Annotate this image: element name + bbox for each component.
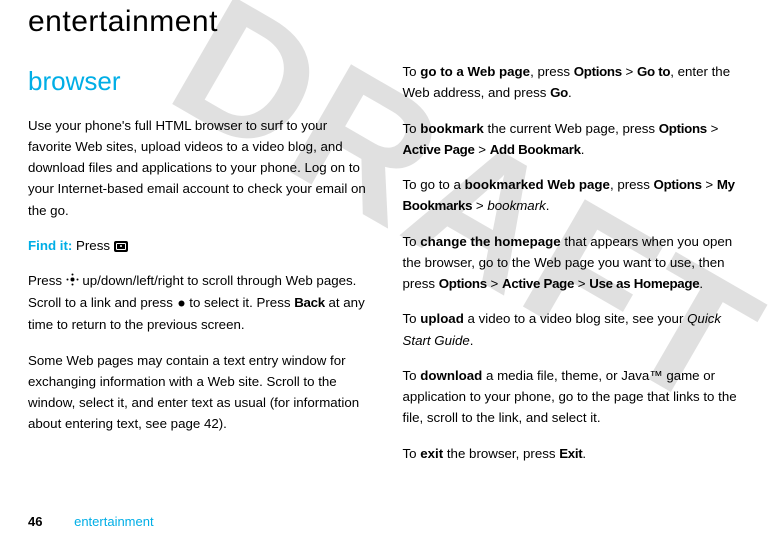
gt: > bbox=[707, 121, 718, 136]
goto-para: To go to a Web page, press Options > Go … bbox=[403, 61, 744, 104]
txt: . bbox=[581, 142, 585, 157]
txt: the browser, press bbox=[443, 446, 559, 461]
exit-label: Exit bbox=[559, 446, 582, 461]
bold-goto: go to a Web page bbox=[420, 64, 530, 79]
gt: > bbox=[702, 177, 717, 192]
txt: To bbox=[403, 311, 421, 326]
bookmark-italic: bookmark bbox=[487, 198, 545, 213]
options-label: Options bbox=[574, 64, 622, 79]
left-column: browser Use your phone's full HTML brows… bbox=[28, 61, 369, 478]
txt: . bbox=[470, 333, 474, 348]
center-key-icon bbox=[177, 293, 186, 314]
find-it-line: Find it: Press bbox=[28, 235, 369, 256]
nav-pad-icon bbox=[66, 271, 79, 292]
bold-upload: upload bbox=[420, 311, 464, 326]
txt: . bbox=[699, 276, 703, 291]
add-bookmark-label: Add Bookmark bbox=[490, 142, 581, 157]
find-it-text: Press bbox=[72, 238, 113, 253]
txt: To go to a bbox=[403, 177, 465, 192]
use-homepage-label: Use as Homepage bbox=[589, 276, 699, 291]
goto-label: Go to bbox=[637, 64, 670, 79]
gt: > bbox=[487, 276, 502, 291]
gt: > bbox=[475, 142, 490, 157]
gt: > bbox=[472, 198, 487, 213]
page-number: 46 bbox=[28, 514, 42, 529]
bold-home: change the homepage bbox=[420, 234, 560, 249]
options-label: Options bbox=[654, 177, 702, 192]
browser-intro: Use your phone's full HTML browser to su… bbox=[28, 115, 369, 221]
download-para: To download a media file, theme, or Java… bbox=[403, 365, 744, 429]
right-column: To go to a Web page, press Options > Go … bbox=[403, 61, 744, 478]
go-label: Go bbox=[550, 85, 568, 100]
txt: To bbox=[403, 64, 421, 79]
homepage-para: To change the homepage that appears when… bbox=[403, 231, 744, 295]
txt: . bbox=[546, 198, 550, 213]
txt: , press bbox=[610, 177, 654, 192]
text-entry-note: Some Web pages may contain a text entry … bbox=[28, 350, 369, 435]
bold-exit: exit bbox=[420, 446, 443, 461]
active-page-label: Active Page bbox=[403, 142, 475, 157]
txt: , press bbox=[530, 64, 574, 79]
options-label: Options bbox=[439, 276, 487, 291]
txt: a video to a video blog site, see your bbox=[464, 311, 687, 326]
txt: To bbox=[403, 234, 421, 249]
bold-bookmark: bookmark bbox=[420, 121, 484, 136]
browser-key-icon bbox=[114, 241, 128, 252]
txt: . bbox=[582, 446, 586, 461]
exit-para: To exit the browser, press Exit. bbox=[403, 443, 744, 464]
bold-bmpage: bookmarked Web page bbox=[465, 177, 610, 192]
section-heading-browser: browser bbox=[28, 61, 369, 103]
txt: To bbox=[403, 446, 421, 461]
txt: To bbox=[403, 368, 421, 383]
footer-section-label: entertainment bbox=[74, 514, 154, 529]
active-page-label: Active Page bbox=[502, 276, 574, 291]
gt: > bbox=[622, 64, 637, 79]
txt: . bbox=[568, 85, 572, 100]
nav-c: to select it. Press bbox=[186, 295, 295, 310]
options-label: Options bbox=[659, 121, 707, 136]
page-content: entertainment browser Use your phone's f… bbox=[0, 0, 771, 547]
nav-a: Press bbox=[28, 273, 66, 288]
bookmark-para: To bookmark the current Web page, press … bbox=[403, 118, 744, 161]
nav-instructions: Press up/down/left/right to scroll throu… bbox=[28, 270, 369, 335]
page-title: entertainment bbox=[28, 5, 743, 39]
back-label: Back bbox=[294, 295, 325, 310]
bold-download: download bbox=[420, 368, 482, 383]
find-it-label: Find it: bbox=[28, 238, 72, 253]
upload-para: To upload a video to a video blog site, … bbox=[403, 308, 744, 351]
gt: > bbox=[574, 276, 589, 291]
txt: To bbox=[403, 121, 421, 136]
bookmarked-page-para: To go to a bookmarked Web page, press Op… bbox=[403, 174, 744, 217]
page-footer: 46 entertainment bbox=[28, 514, 154, 529]
txt: the current Web page, press bbox=[484, 121, 659, 136]
